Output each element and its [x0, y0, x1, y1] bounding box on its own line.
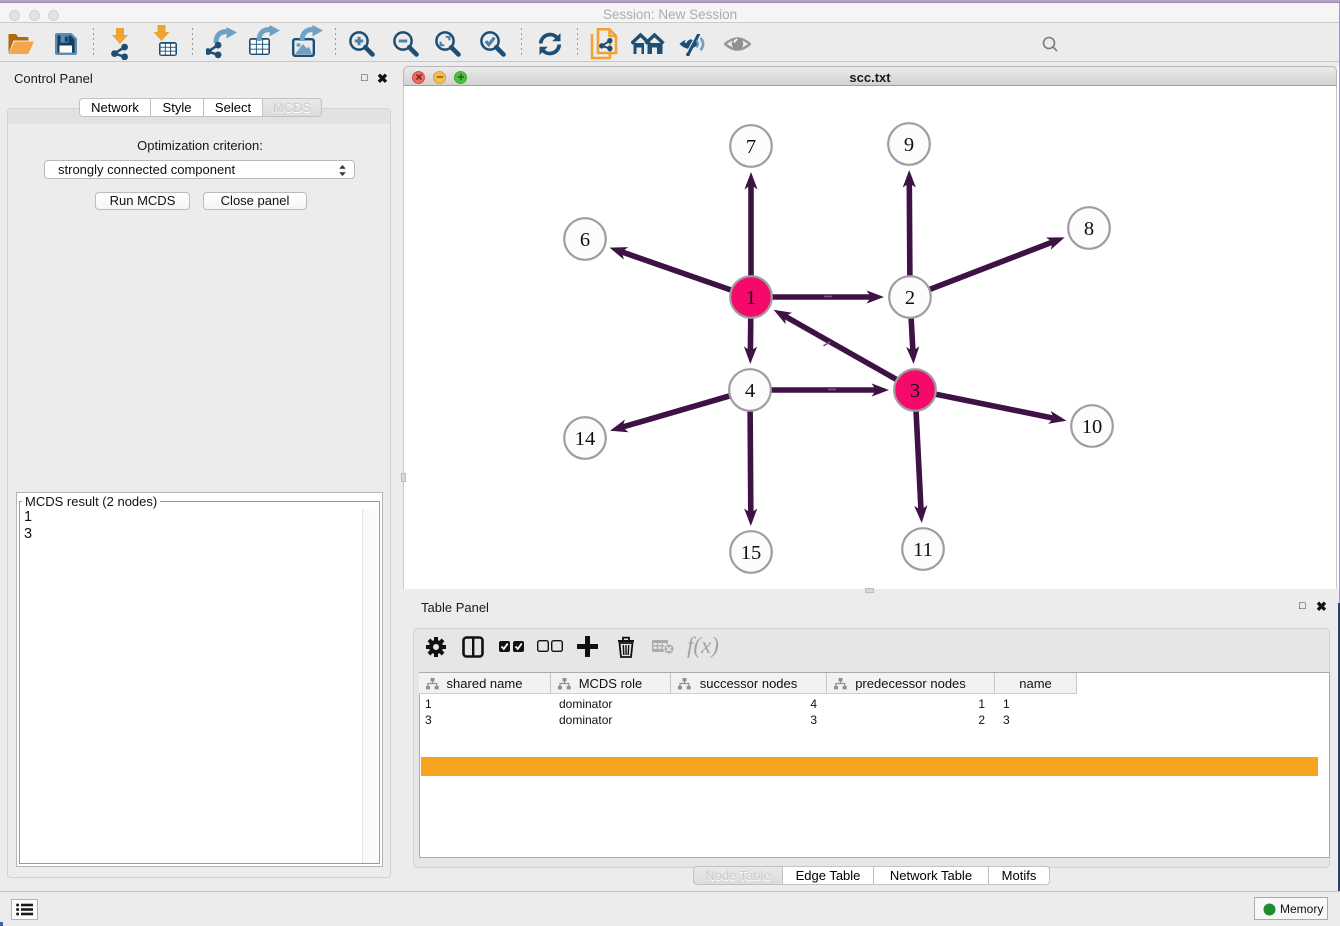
svg-text:10: 10 — [1082, 416, 1103, 438]
svg-text:3: 3 — [910, 380, 920, 402]
svg-text:9: 9 — [904, 134, 914, 156]
svg-text:7: 7 — [746, 136, 756, 158]
svg-text:1: 1 — [746, 287, 756, 309]
svg-text:14: 14 — [575, 428, 596, 450]
svg-text:2: 2 — [905, 287, 915, 309]
svg-text:11: 11 — [913, 539, 933, 561]
svg-text:15: 15 — [741, 542, 762, 564]
svg-text:6: 6 — [580, 229, 590, 251]
svg-text:8: 8 — [1084, 218, 1094, 240]
svg-text:4: 4 — [745, 380, 755, 402]
